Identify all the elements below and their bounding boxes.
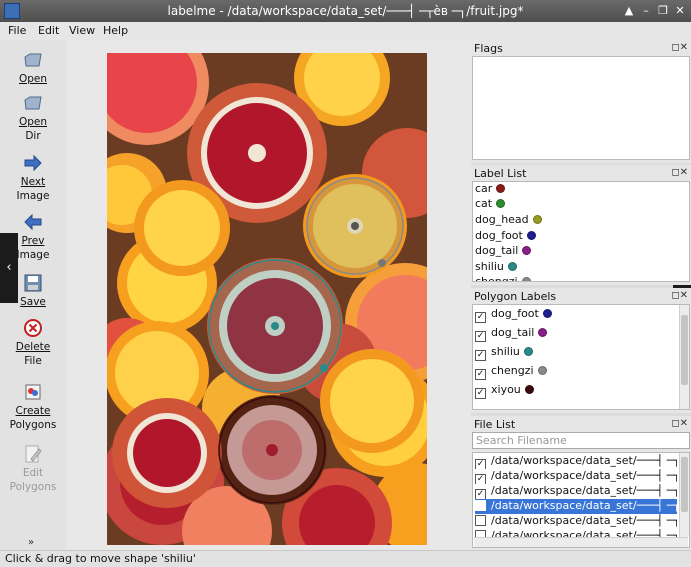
fruit-image <box>107 53 427 545</box>
menu-bar: File Edit View Help <box>0 22 691 40</box>
label-list-title: Label List <box>474 167 527 180</box>
create-polygon-icon <box>25 384 41 400</box>
scrollbar-thumb[interactable] <box>681 315 688 385</box>
list-item[interactable]: ✓ shiliu <box>475 345 533 361</box>
list-item[interactable]: dog_tail <box>475 244 532 259</box>
scrollbar-thumb[interactable] <box>681 457 688 512</box>
delete-icon <box>24 319 42 337</box>
list-item[interactable]: ✓/data/workspace/data_set/───┤ ─┬èв <box>475 469 677 484</box>
color-dot <box>537 366 547 375</box>
flags-dock-buttons-icon[interactable]: ◻✕ <box>671 42 688 53</box>
list-item[interactable]: ✓/data/workspace/data_set/───┤ ─┬èв <box>475 484 677 499</box>
file-list-dock: File List ◻✕ Search Filename ✓/data/work… <box>471 416 691 550</box>
folder-open-icon <box>24 96 42 110</box>
menu-edit[interactable]: Edit <box>38 24 59 37</box>
list-item[interactable]: cat <box>475 197 506 212</box>
edit-pencil-icon <box>25 445 42 463</box>
arrow-left-icon <box>24 213 42 231</box>
color-dot <box>522 246 532 255</box>
list-item[interactable]: ✓ dog_foot <box>475 307 552 323</box>
menu-help[interactable]: Help <box>103 24 128 37</box>
edit-polygons-button[interactable]: Edit Polygons <box>0 444 66 494</box>
polygon-labels-dock: Polygon Labels ◻✕ ✓ dog_foot ✓ dog_tail ✓ s… <box>471 288 691 413</box>
color-dot <box>532 215 542 224</box>
checkbox[interactable] <box>475 515 486 526</box>
polygon-labels-dock-buttons-icon[interactable]: ◻✕ <box>671 290 688 301</box>
color-dot <box>496 184 506 193</box>
flags-title: Flags <box>474 42 503 55</box>
file-list-horizontal-scrollbar[interactable] <box>474 537 688 547</box>
checkbox[interactable]: ✓ <box>475 459 486 469</box>
label-list-dock: Label List ◻✕ car cat dog_head dog_foot … <box>471 165 691 285</box>
list-item[interactable]: ✓ chengzi <box>475 364 547 380</box>
label-list[interactable]: car cat dog_head dog_foot dog_tail shili… <box>472 181 690 282</box>
color-dot <box>524 385 534 394</box>
list-item[interactable]: /data/workspace/data_set/───┤ ─┬èв <box>475 514 677 529</box>
list-item[interactable]: dog_head <box>475 213 542 228</box>
color-dot <box>523 347 533 356</box>
next-image-button[interactable]: Next Image <box>0 153 66 203</box>
flags-dock: Flags ◻✕ <box>471 40 691 163</box>
label-list-dock-buttons-icon[interactable]: ◻✕ <box>671 167 688 178</box>
window-restore-icon[interactable]: ❐ <box>655 3 671 19</box>
canvas-area[interactable] <box>66 40 471 550</box>
checkbox[interactable]: ✓ <box>475 489 486 499</box>
color-dot <box>542 309 552 318</box>
more-tools-chevron-icon[interactable]: » <box>28 537 34 548</box>
file-list[interactable]: ✓/data/workspace/data_set/───┤ ─┬èв ✓/da… <box>472 452 690 548</box>
window-up-icon[interactable]: ▲ <box>621 3 637 19</box>
checkbox[interactable]: ✓ <box>475 312 486 323</box>
search-filename-input[interactable]: Search Filename <box>472 432 690 449</box>
window-title: labelme - /data/workspace/data_set/───┤ … <box>167 4 524 18</box>
checkbox[interactable]: ✓ <box>475 331 486 342</box>
polygon-labels-scrollbar[interactable] <box>679 305 689 409</box>
color-dot <box>521 277 531 281</box>
polygon-labels-list[interactable]: ✓ dog_foot ✓ dog_tail ✓ shiliu ✓ chengzi ✓ xi… <box>472 304 690 410</box>
checkbox[interactable]: ✓ <box>475 369 486 380</box>
create-polygons-button[interactable]: Create Polygons <box>0 382 66 432</box>
list-item[interactable]: dog_foot <box>475 229 536 244</box>
list-item-selected[interactable]: /data/workspace/data_set/───┤ ─┬èв <box>475 499 677 514</box>
title-bar: labelme - /data/workspace/data_set/───┤ … <box>0 0 691 22</box>
menu-view[interactable]: View <box>69 24 95 37</box>
file-list-scrollbar[interactable] <box>679 453 689 537</box>
fruit-image-svg <box>107 53 427 545</box>
open-button[interactable]: Open <box>0 50 66 86</box>
file-list-dock-buttons-icon[interactable]: ◻✕ <box>671 418 688 429</box>
list-item[interactable]: ✓/data/workspace/data_set/───┤ ─┬èв <box>475 454 677 469</box>
list-item[interactable]: ✓ xiyou <box>475 383 534 399</box>
color-dot <box>538 328 548 337</box>
checkbox[interactable] <box>475 500 486 511</box>
status-bar: Click & drag to move shape 'shiliu' <box>0 550 691 567</box>
checkbox[interactable]: ✓ <box>475 388 486 399</box>
color-dot <box>526 231 536 240</box>
color-dot <box>496 199 506 208</box>
list-item[interactable]: shiliu <box>475 260 517 275</box>
list-item[interactable]: chengzi <box>475 275 531 281</box>
polygon-labels-title: Polygon Labels <box>474 290 557 303</box>
delete-file-button[interactable]: Delete File <box>0 318 66 368</box>
file-list-title: File List <box>474 418 516 431</box>
arrow-right-icon <box>24 154 42 172</box>
checkbox[interactable]: ✓ <box>475 474 486 484</box>
open-dir-button[interactable]: Open Dir <box>0 93 66 143</box>
window-close-icon[interactable]: ✕ <box>672 3 688 19</box>
color-dot <box>507 262 517 271</box>
left-nav-arrow-icon[interactable]: ‹ <box>0 233 18 303</box>
menu-file[interactable]: File <box>8 24 26 37</box>
floppy-disk-icon <box>24 274 42 292</box>
folder-icon <box>24 53 42 67</box>
flags-list[interactable] <box>472 56 690 160</box>
list-item[interactable]: ✓ dog_tail <box>475 326 548 342</box>
checkbox[interactable]: ✓ <box>475 350 486 361</box>
window-minimize-icon[interactable]: – <box>638 3 654 19</box>
list-item[interactable]: car <box>475 182 506 197</box>
